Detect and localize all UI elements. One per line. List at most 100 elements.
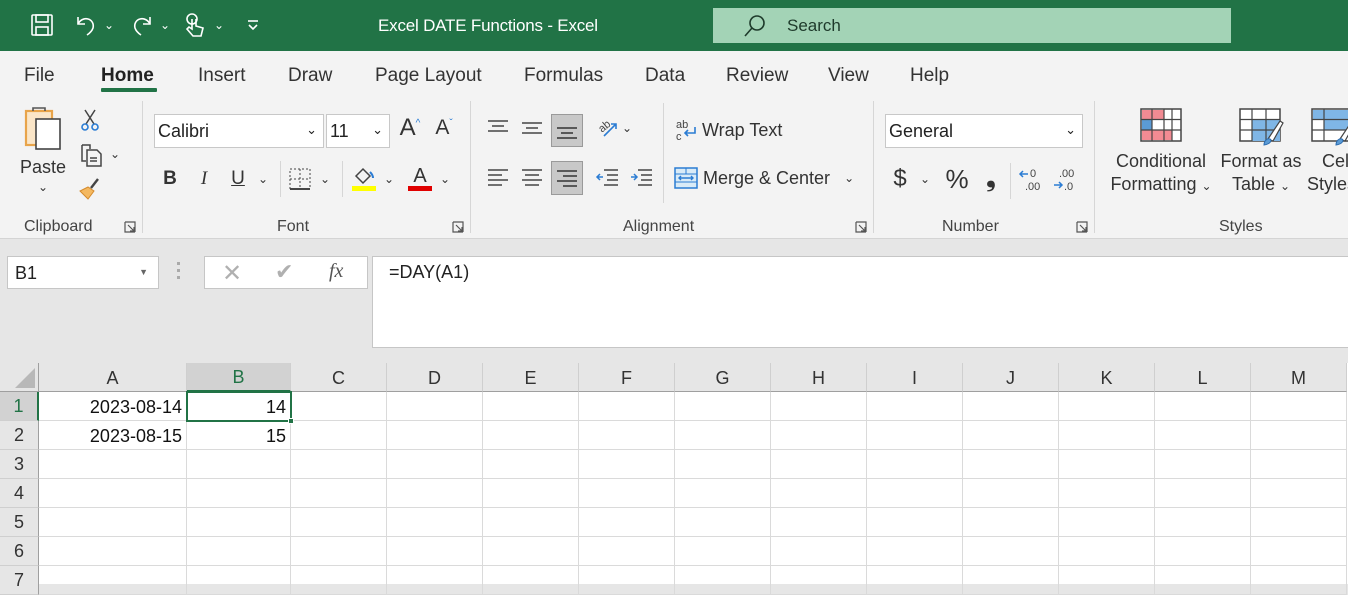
cell-g2[interactable]	[675, 421, 771, 450]
cell-m5[interactable]	[1251, 508, 1347, 537]
cell-i6[interactable]	[867, 537, 963, 566]
format-as-table-button[interactable]: Format as Table ⌄	[1218, 107, 1304, 207]
cell-c2[interactable]	[291, 421, 387, 450]
cell-m6[interactable]	[1251, 537, 1347, 566]
tab-data[interactable]: Data	[645, 65, 685, 87]
column-header-k[interactable]: K	[1059, 363, 1155, 392]
tab-view[interactable]: View	[828, 65, 869, 87]
cell-m4[interactable]	[1251, 479, 1347, 508]
cell-m1[interactable]	[1251, 392, 1347, 421]
cell-f7[interactable]	[579, 566, 675, 595]
cell-l4[interactable]	[1155, 479, 1251, 508]
cell-i7[interactable]	[867, 566, 963, 595]
enter-icon[interactable]: ✔	[275, 259, 293, 285]
cell-j1[interactable]	[963, 392, 1059, 421]
row-header-2[interactable]: 2	[0, 421, 39, 450]
fill-color-button[interactable]	[350, 163, 378, 193]
resize-handle[interactable]	[177, 262, 181, 282]
align-right-button[interactable]	[551, 161, 583, 195]
borders-dropdown[interactable]: ⌄	[318, 169, 332, 189]
cell-l1[interactable]	[1155, 392, 1251, 421]
cell-l6[interactable]	[1155, 537, 1251, 566]
merge-center-button[interactable]: Merge & Center ⌄	[674, 163, 856, 193]
undo-button[interactable]	[72, 10, 100, 40]
paste-button[interactable]: Paste ⌄	[18, 105, 68, 205]
cell-j2[interactable]	[963, 421, 1059, 450]
dialog-launcher-icon[interactable]	[452, 221, 464, 233]
cell-g7[interactable]	[675, 566, 771, 595]
cell-l2[interactable]	[1155, 421, 1251, 450]
borders-button[interactable]	[286, 165, 314, 193]
tab-file[interactable]: File	[24, 65, 55, 87]
column-header-h[interactable]: H	[771, 363, 867, 392]
cell-f1[interactable]	[579, 392, 675, 421]
column-header-f[interactable]: F	[579, 363, 675, 392]
tab-formulas[interactable]: Formulas	[524, 65, 603, 87]
cell-b5[interactable]	[187, 508, 291, 537]
cell-g1[interactable]	[675, 392, 771, 421]
accounting-format-dropdown[interactable]: ⌄	[918, 169, 932, 189]
redo-dropdown[interactable]: ⌄	[158, 10, 172, 40]
cell-h1[interactable]	[771, 392, 867, 421]
cell-styles-button[interactable]: Cell Styles	[1306, 107, 1348, 207]
cell-j3[interactable]	[963, 450, 1059, 479]
search-box[interactable]: Search	[713, 8, 1231, 43]
fill-color-dropdown[interactable]: ⌄	[382, 169, 396, 189]
cell-j5[interactable]	[963, 508, 1059, 537]
formula-input[interactable]: =DAY(A1)	[372, 256, 1348, 348]
cell-l7[interactable]	[1155, 566, 1251, 595]
font-name-select[interactable]: Calibri ⌄	[154, 114, 324, 148]
cell-m7[interactable]	[1251, 566, 1347, 595]
cell-h6[interactable]	[771, 537, 867, 566]
column-header-d[interactable]: D	[387, 363, 483, 392]
tab-insert[interactable]: Insert	[198, 65, 246, 87]
cell-l3[interactable]	[1155, 450, 1251, 479]
name-box-dropdown-icon[interactable]: ▼	[139, 267, 148, 277]
cell-b7[interactable]	[187, 566, 291, 595]
format-painter-button[interactable]	[76, 175, 104, 203]
cell-e4[interactable]	[483, 479, 579, 508]
cell-h4[interactable]	[771, 479, 867, 508]
cell-l5[interactable]	[1155, 508, 1251, 537]
touch-mode-dropdown[interactable]: ⌄	[212, 10, 226, 40]
cell-e2[interactable]	[483, 421, 579, 450]
cell-g5[interactable]	[675, 508, 771, 537]
font-size-select[interactable]: 11 ⌄	[326, 114, 390, 148]
row-header-5[interactable]: 5	[0, 508, 39, 537]
column-header-c[interactable]: C	[291, 363, 387, 392]
cell-i3[interactable]	[867, 450, 963, 479]
cell-i1[interactable]	[867, 392, 963, 421]
cell-g4[interactable]	[675, 479, 771, 508]
cell-d6[interactable]	[387, 537, 483, 566]
cell-b3[interactable]	[187, 450, 291, 479]
orientation-button[interactable]: ab ⌄	[592, 113, 636, 143]
cell-d7[interactable]	[387, 566, 483, 595]
fill-handle[interactable]	[288, 418, 294, 424]
cell-e6[interactable]	[483, 537, 579, 566]
cell-j7[interactable]	[963, 566, 1059, 595]
cell-c3[interactable]	[291, 450, 387, 479]
cell-k7[interactable]	[1059, 566, 1155, 595]
comma-style-button[interactable]: ❟	[980, 163, 1002, 195]
cell-m3[interactable]	[1251, 450, 1347, 479]
top-align-button[interactable]	[484, 113, 512, 143]
wrap-text-button[interactable]: ab c Wrap Text	[674, 115, 794, 145]
cell-c5[interactable]	[291, 508, 387, 537]
cell-f3[interactable]	[579, 450, 675, 479]
cell-e1[interactable]	[483, 392, 579, 421]
percent-style-button[interactable]: %	[940, 163, 974, 195]
cell-b4[interactable]	[187, 479, 291, 508]
cell-f4[interactable]	[579, 479, 675, 508]
cell-j4[interactable]	[963, 479, 1059, 508]
increase-font-size-button[interactable]: A^	[396, 113, 424, 143]
number-format-select[interactable]: General ⌄	[885, 114, 1083, 148]
cell-e5[interactable]	[483, 508, 579, 537]
cell-f6[interactable]	[579, 537, 675, 566]
tab-help[interactable]: Help	[910, 65, 949, 87]
undo-dropdown[interactable]: ⌄	[102, 10, 116, 40]
cell-e7[interactable]	[483, 566, 579, 595]
cell-a1[interactable]: 2023-08-14	[39, 392, 187, 421]
tab-draw[interactable]: Draw	[288, 65, 332, 87]
cell-c1[interactable]	[291, 392, 387, 421]
cell-a6[interactable]	[39, 537, 187, 566]
